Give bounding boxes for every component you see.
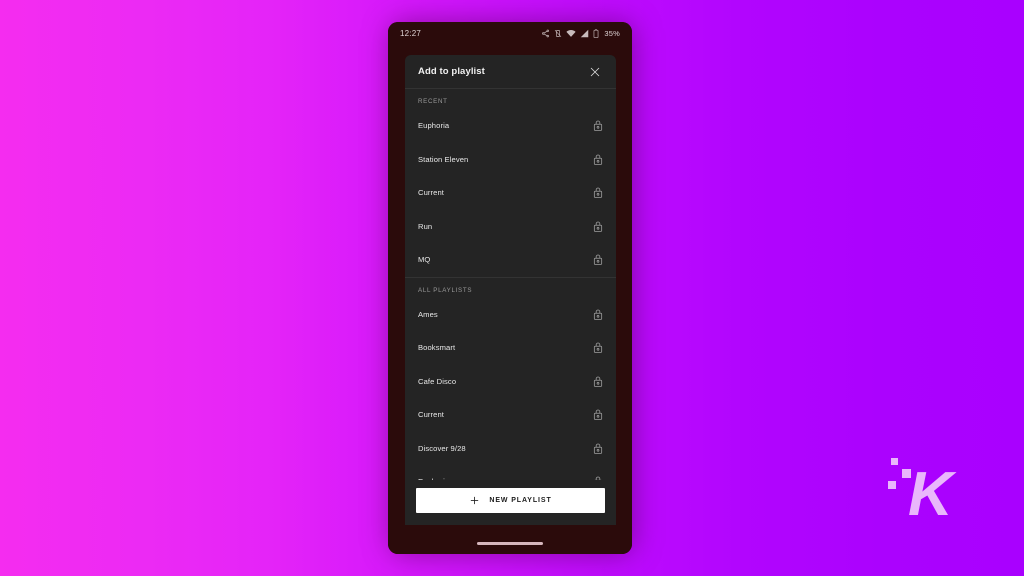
- list-item[interactable]: Ames: [405, 298, 616, 332]
- home-indicator[interactable]: [477, 542, 543, 545]
- new-playlist-button-container: NEW PLAYLIST: [405, 480, 616, 525]
- bluetooth-share-icon: [542, 29, 550, 37]
- lock-icon: [592, 376, 603, 387]
- lock-icon: [592, 187, 603, 199]
- playlist-name: Station Eleven: [418, 154, 469, 164]
- lock-icon: [592, 409, 603, 421]
- list-item[interactable]: Euphoria: [405, 109, 616, 143]
- list-item[interactable]: Discover 9/28: [405, 432, 616, 466]
- playlist-name: Cafe Disco: [418, 376, 457, 386]
- new-playlist-label: NEW PLAYLIST: [489, 497, 552, 504]
- status-bar: 12:27 35%: [388, 22, 632, 44]
- lock-icon: [592, 476, 603, 480]
- list-item[interactable]: Run: [405, 210, 616, 244]
- sheet-header: Add to playlist: [405, 55, 616, 89]
- page-title: Add to playlist: [418, 66, 485, 77]
- playlist-name: Euphoria: [418, 121, 450, 131]
- lock-icon: [592, 443, 603, 454]
- lock-icon: [592, 154, 603, 165]
- playlist-name: Run: [418, 221, 433, 231]
- playlist-name: Current: [418, 188, 445, 198]
- playlist-name: MQ: [418, 255, 431, 265]
- phone-mockup: 12:27 35% Add to playlist RECENT Euphori…: [388, 22, 632, 554]
- vibrate-off-icon: [555, 29, 562, 37]
- playlist-name: Discover 9/28: [418, 443, 466, 453]
- list-item[interactable]: Current: [405, 176, 616, 210]
- status-bar-icons: 35%: [541, 29, 620, 38]
- section-header-all-playlists: ALL PLAYLISTS: [418, 286, 473, 294]
- battery-percentage: 35%: [604, 28, 620, 38]
- close-icon[interactable]: [587, 64, 603, 80]
- kn-watermark-logo: K: [886, 456, 964, 528]
- section-header-recent: RECENT: [418, 98, 448, 105]
- playlist-list[interactable]: RECENT Euphoria Station Eleven Current R…: [405, 89, 616, 480]
- lock-icon: [592, 120, 603, 132]
- new-playlist-button[interactable]: NEW PLAYLIST: [416, 488, 605, 513]
- add-to-playlist-sheet: Add to playlist RECENT Euphoria Station …: [405, 55, 616, 525]
- signal-icon: [581, 29, 589, 37]
- lock-icon: [592, 254, 603, 266]
- playlist-name: Euphoria: [418, 477, 449, 480]
- phone-screen: 12:27 35% Add to playlist RECENT Euphori…: [388, 22, 632, 554]
- playlist-name: Booksmart: [418, 343, 456, 353]
- playlist-name: Current: [418, 410, 445, 420]
- plus-icon: [471, 496, 479, 505]
- watermark-pixel-icon: [888, 481, 896, 489]
- watermark-pixel-icon: [891, 458, 898, 465]
- status-bar-clock: 12:27: [400, 28, 422, 38]
- list-item[interactable]: Station Eleven: [405, 143, 616, 177]
- list-item[interactable]: MQ: [405, 243, 616, 277]
- lock-icon: [592, 342, 603, 354]
- list-item[interactable]: Cafe Disco: [405, 365, 616, 399]
- battery-icon: [594, 28, 599, 38]
- watermark-letter: K: [908, 460, 953, 529]
- lock-icon: [592, 309, 603, 320]
- list-item[interactable]: Euphoria: [405, 465, 616, 480]
- wifi-icon: [566, 29, 576, 37]
- lock-icon: [592, 221, 603, 232]
- list-item[interactable]: Booksmart: [405, 331, 616, 365]
- playlist-name: Ames: [418, 309, 438, 319]
- list-item[interactable]: Current: [405, 398, 616, 432]
